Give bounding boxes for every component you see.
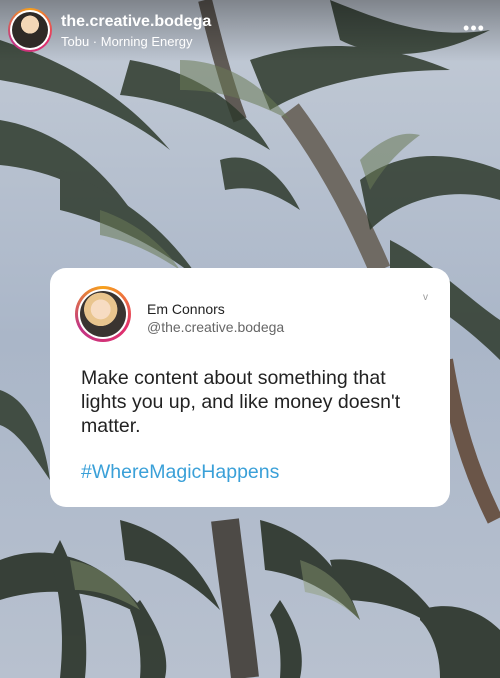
hashtag: #WhereMagicHappens [81, 461, 280, 483]
profile-avatar[interactable] [8, 8, 52, 52]
author-avatar [75, 286, 131, 342]
story-header: the.creative.bodega Tobu · Morning Energ… [0, 0, 500, 62]
tweet-card: Em Connors @the.creative.bodega v Make c… [50, 268, 450, 507]
avatar-image [12, 12, 48, 48]
audio-track[interactable]: Tobu · Morning Energy [61, 34, 193, 49]
author-avatar-border [78, 289, 128, 339]
chevron-down-icon: v [423, 292, 428, 303]
tweet-text: Make content about something that lights… [81, 367, 401, 437]
more-horizontal-icon: ••• [463, 17, 485, 38]
author-name: Em Connors [147, 301, 225, 317]
author-handle: @the.creative.bodega [147, 319, 285, 335]
account-name[interactable]: the.creative.bodega [61, 13, 211, 31]
avatar-border [10, 10, 50, 50]
more-options-button[interactable]: ••• [463, 17, 485, 38]
author-avatar-image [80, 291, 126, 337]
